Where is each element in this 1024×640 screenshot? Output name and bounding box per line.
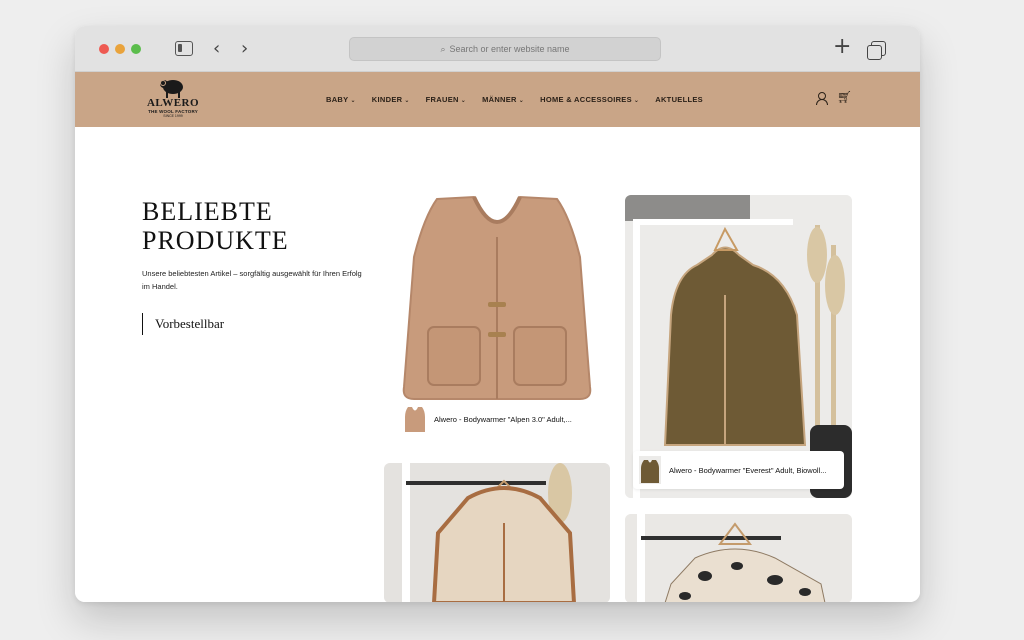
nav-item-label: AKTUELLES [655,95,703,104]
product-thumbnail [405,407,425,432]
section-subtitle: Unsere beliebtesten Artikel – sorgfältig… [142,269,362,291]
chevron-down-icon: ⌄ [404,97,410,104]
product-image [384,463,610,602]
product-title: Alwero - Bodywarmer "Everest" Adult, Bio… [669,465,827,475]
main-navigation: BABY ⌄ KINDER ⌄ FRAUEN ⌄ MÄNNER ⌄ HOME & ACC… [326,72,719,127]
main-content: BELIEBTE PRODUKTE Unsere beliebtesten Ar… [75,127,920,602]
product-image [625,514,852,602]
preorder-link[interactable]: Vorbestellbar [142,313,224,335]
chevron-down-icon: ⌄ [633,97,640,104]
brand-logo[interactable]: ALWERO THE WOOL FACTORY SINCE 1999 [141,76,205,124]
search-icon: ⌕ [440,45,446,55]
browser-toolbar: ‹ › ⌕ Search or enter website name + [75,26,920,72]
brand-name: ALWERO [146,97,200,109]
chevron-down-icon: ⌄ [460,97,467,104]
product-title: Alwero - Bodywarmer "Alpen 3.0" Adult,..… [434,414,572,424]
sheep-logo-icon [160,80,183,98]
address-bar-placeholder: Search or enter website name [449,44,570,54]
cart-icon[interactable]: 🛒︎ [837,90,852,104]
brand-since: SINCE 1999 [163,114,183,118]
nav-item-label: HOME & ACCESSOIRES [540,95,632,104]
nav-item-label: BABY [326,95,349,104]
nav-item-label: KINDER [371,95,403,104]
nav-item-maenner[interactable]: MÄNNER ⌄ [482,95,524,104]
product-thumbnail [639,456,661,484]
user-icon[interactable] [815,92,828,105]
product-caption[interactable]: Alwero - Bodywarmer "Everest" Adult, Bio… [633,451,844,489]
forward-arrow-icon[interactable]: › [241,38,248,59]
product-caption[interactable]: Alwero - Bodywarmer "Alpen 3.0" Adult,..… [404,405,604,433]
product-card[interactable] [384,463,610,602]
nav-item-label: MÄNNER [482,95,517,104]
back-arrow-icon[interactable]: ‹ [213,38,220,59]
minimize-window-button[interactable] [115,44,125,54]
maximize-window-button[interactable] [131,44,141,54]
nav-item-home-accessoires[interactable]: HOME & ACCESSOIRES ⌄ [540,95,639,104]
close-window-button[interactable] [99,44,109,54]
site-header: ALWERO THE WOOL FACTORY SINCE 1999 BABY ⌄… [75,72,920,127]
browser-window: ‹ › ⌕ Search or enter website name + ALWE… [75,26,920,602]
address-bar[interactable]: ⌕ Search or enter website name [349,37,661,61]
new-tab-icon[interactable]: + [833,36,851,58]
section-title-line1: BELIEBTE [142,197,273,226]
section-title: BELIEBTE PRODUKTE [142,197,342,255]
nav-item-aktuelles[interactable]: AKTUELLES [655,95,703,104]
tab-overview-icon[interactable] [867,41,886,60]
chevron-down-icon: ⌄ [350,97,356,104]
product-card[interactable]: Alwero - Bodywarmer "Everest" Adult, Bio… [625,195,852,498]
nav-item-baby[interactable]: BABY ⌄ [326,95,356,104]
nav-item-label: FRAUEN [425,95,459,104]
nav-item-frauen[interactable]: FRAUEN ⌄ [426,95,466,104]
product-image [402,195,592,400]
product-card[interactable] [625,514,852,602]
sidebar-toggle-icon[interactable] [175,41,193,56]
chevron-down-icon: ⌄ [518,97,525,104]
nav-item-kinder[interactable]: KINDER ⌄ [372,95,410,104]
section-title-line2: PRODUKTE [142,226,289,255]
product-card[interactable]: Alwero - Bodywarmer "Alpen 3.0" Adult,..… [384,177,610,434]
